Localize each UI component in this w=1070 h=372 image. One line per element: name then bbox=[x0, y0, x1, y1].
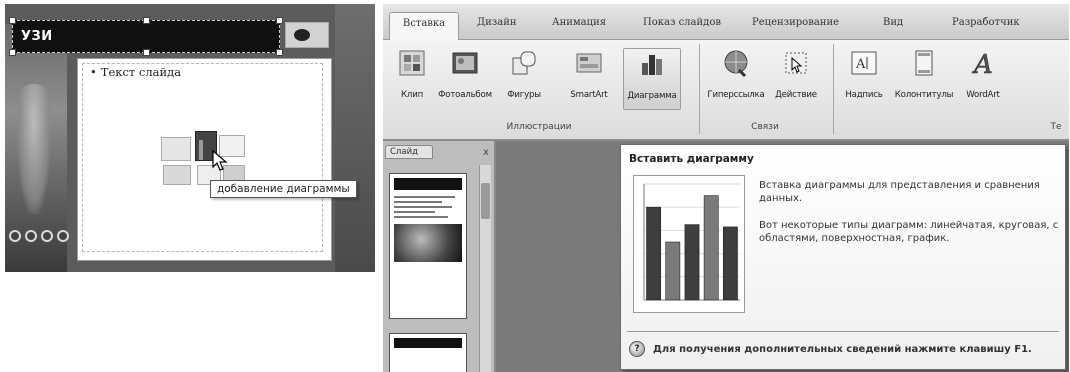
thumbnail-photo bbox=[394, 224, 462, 262]
clipart-icon bbox=[397, 48, 427, 78]
smartart-icon bbox=[574, 48, 604, 78]
tab-view[interactable]: Вид bbox=[883, 17, 903, 28]
slide-background-strip bbox=[335, 4, 375, 272]
wordart-button[interactable]: A WordArt bbox=[957, 48, 1009, 110]
title-text[interactable]: УЗИ bbox=[21, 29, 53, 44]
group-illustrations: Иллюстрации bbox=[506, 122, 572, 132]
supertip-chart-preview bbox=[633, 175, 745, 313]
ultrasound-dots bbox=[9, 230, 69, 242]
close-pane-icon[interactable]: x bbox=[483, 147, 489, 158]
mouse-cursor-icon bbox=[212, 150, 228, 171]
resize-handle-tr[interactable] bbox=[276, 17, 283, 24]
insert-picture-icon[interactable] bbox=[163, 165, 191, 185]
preview-bar-chart bbox=[643, 183, 740, 301]
tab-slideshow[interactable]: Показ слайдов bbox=[643, 17, 721, 28]
supertip-help-row: ? Для получения дополнительных сведений … bbox=[629, 341, 1032, 357]
action-icon bbox=[781, 48, 811, 78]
wordart-label: WordArt bbox=[966, 90, 1000, 100]
wordart-icon: A bbox=[968, 48, 998, 81]
group-links: Связи bbox=[751, 122, 779, 132]
slides-pane-tab[interactable]: Слайд bbox=[385, 145, 433, 159]
chart-bar bbox=[646, 206, 662, 301]
header-footer-button[interactable]: Колонтитулы bbox=[893, 48, 955, 110]
chart-tooltip-small: добавление диаграммы bbox=[210, 180, 357, 198]
resize-handle-bm[interactable] bbox=[143, 49, 150, 56]
group-separator bbox=[833, 44, 834, 134]
svg-text:A: A bbox=[972, 50, 993, 78]
textbox-label: Надпись bbox=[845, 90, 883, 100]
action-button[interactable]: Действие bbox=[771, 48, 821, 110]
resize-handle-tm[interactable] bbox=[143, 17, 150, 24]
textbox-icon: A bbox=[849, 48, 879, 78]
supertip-help-text: Для получения дополнительных сведений на… bbox=[653, 343, 1032, 355]
bullet-text[interactable]: Текст слайда bbox=[90, 65, 181, 79]
action-label: Действие bbox=[775, 90, 817, 100]
slide-thumbnail-1[interactable] bbox=[389, 173, 467, 319]
header-footer-label: Колонтитулы bbox=[894, 90, 954, 100]
clipart-label: Клип bbox=[401, 90, 423, 100]
textbox-button[interactable]: A Надпись bbox=[839, 48, 889, 110]
insert-content-icons bbox=[161, 131, 249, 187]
supertip-title: Вставить диаграмму bbox=[629, 153, 754, 165]
supertip-divider bbox=[627, 331, 1059, 332]
slide-thumbnail-2[interactable] bbox=[389, 333, 467, 372]
resize-handle-tl[interactable] bbox=[9, 17, 16, 24]
photo-album-button[interactable]: Фотоальбом bbox=[437, 48, 493, 110]
ribbon-panel: Клип Фотоальбом Фигуры SmartArt Диаграмм… bbox=[383, 40, 1069, 140]
scrollbar-thumb[interactable] bbox=[481, 183, 490, 219]
tab-developer[interactable]: Разработчик bbox=[952, 17, 1020, 28]
tab-review[interactable]: Рецензирование bbox=[752, 17, 839, 28]
chart-bar bbox=[722, 226, 738, 301]
slides-pane: Слайд x bbox=[383, 141, 495, 372]
hyperlink-label: Гиперссылка bbox=[707, 90, 765, 100]
group-text: Те bbox=[1050, 122, 1062, 132]
resize-handle-bl[interactable] bbox=[9, 49, 16, 56]
supertip-description-2: Вот некоторые типы диаграмм: линейчатая,… bbox=[759, 220, 1059, 244]
photo-album-icon bbox=[450, 48, 480, 78]
tab-insert[interactable]: Вставка bbox=[389, 12, 459, 40]
slides-pane-scrollbar[interactable] bbox=[479, 165, 491, 372]
smartart-button[interactable]: SmartArt bbox=[567, 48, 611, 110]
hyperlink-button[interactable]: Гиперссылка bbox=[705, 48, 767, 110]
chart-label: Диаграмма bbox=[627, 91, 677, 101]
photo-album-label: Фотоальбом bbox=[438, 90, 492, 100]
logo-thumbnail bbox=[285, 22, 329, 48]
clipart-button[interactable]: Клип bbox=[387, 48, 437, 110]
insert-chart-button[interactable]: Диаграмма bbox=[623, 48, 681, 110]
header-footer-icon bbox=[909, 48, 939, 78]
shapes-label: Фигуры bbox=[507, 90, 541, 100]
smartart-label: SmartArt bbox=[570, 90, 608, 100]
ribbon-tabs: Вставка Дизайн Анимация Показ слайдов Ре… bbox=[383, 4, 1069, 40]
chart-bar bbox=[703, 195, 719, 301]
shapes-button[interactable]: Фигуры bbox=[501, 48, 547, 110]
tab-design[interactable]: Дизайн bbox=[477, 17, 517, 28]
supertip-description-1: Вставка диаграммы для представления и ср… bbox=[759, 180, 1040, 204]
shapes-icon bbox=[509, 48, 539, 78]
torso-shape bbox=[17, 84, 51, 214]
slide-editor-panel: УЗИ Текст слайда добавление диаграммы bbox=[5, 4, 375, 272]
chart-icon bbox=[637, 49, 667, 79]
chart-bar bbox=[665, 241, 681, 301]
resize-handle-br[interactable] bbox=[276, 49, 283, 56]
chart-bar bbox=[684, 224, 700, 301]
group-separator bbox=[699, 44, 700, 134]
insert-table-icon[interactable] bbox=[161, 137, 191, 161]
content-placeholder[interactable]: Текст слайда bbox=[77, 58, 332, 261]
powerpoint-window: Вставка Дизайн Анимация Показ слайдов Ре… bbox=[383, 4, 1069, 372]
hyperlink-globe-icon bbox=[721, 48, 751, 78]
svg-text:A: A bbox=[855, 57, 866, 72]
tab-animation[interactable]: Анимация bbox=[552, 17, 606, 28]
help-icon: ? bbox=[629, 341, 645, 357]
insert-chart-supertip: Вставить диаграмму Вставка диаграммы для… bbox=[620, 144, 1066, 370]
